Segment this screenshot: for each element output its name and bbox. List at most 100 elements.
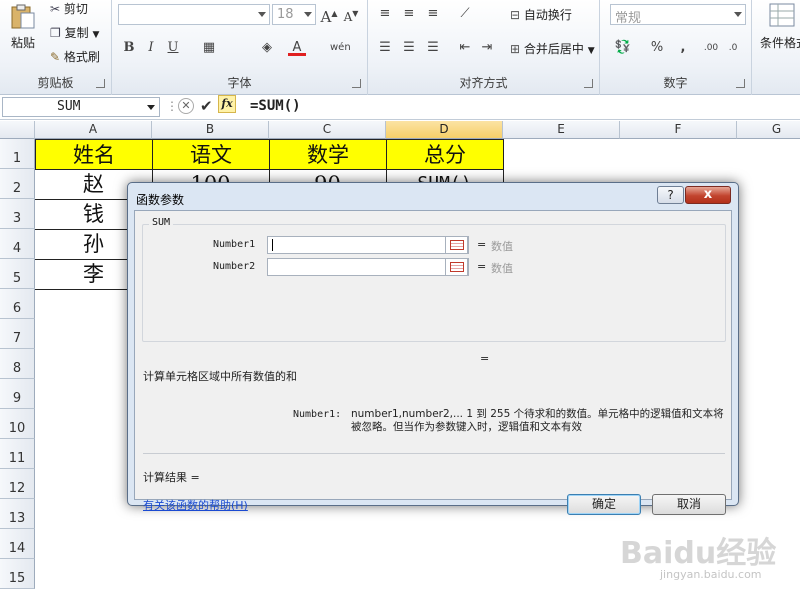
argument-description-label: Number1: xyxy=(293,409,342,420)
conditional-format-button[interactable]: 条件格式 xyxy=(758,2,800,50)
paste-button[interactable]: 粘贴 xyxy=(6,2,40,62)
decrease-decimal-button[interactable]: .0 xyxy=(724,40,742,56)
alignment-group-label: 对齐方式 xyxy=(459,76,508,90)
number1-equals: = xyxy=(477,238,487,251)
align-center-icon[interactable]: ☰ xyxy=(400,40,418,56)
insert-function-button[interactable]: fx xyxy=(218,95,236,113)
formula-options-icon: ⋮ xyxy=(166,99,178,113)
number-group-label: 数字 xyxy=(663,76,688,90)
increase-indent-icon[interactable]: ⇥ xyxy=(478,40,496,56)
grow-font-button[interactable]: A▲ xyxy=(320,6,338,25)
merge-center-label: 合并后居中 xyxy=(523,42,584,56)
italic-button[interactable]: I xyxy=(142,40,160,56)
cut-button[interactable]: ✂ 剪切 xyxy=(50,0,88,17)
column-header-e[interactable]: E xyxy=(503,121,620,139)
cancel-button[interactable]: 取消 xyxy=(652,494,726,515)
cell-b1[interactable]: 语文 xyxy=(152,139,270,170)
row-header-8[interactable]: 8 xyxy=(0,349,35,379)
shrink-font-button[interactable]: A▼ xyxy=(342,6,360,24)
cell-a1[interactable]: 姓名 xyxy=(35,139,153,170)
ribbon: 粘贴 ✂ 剪切 ❐ 复制 ▼ ✎ 格式刷 剪贴板 18 A▲ A▼ B I U … xyxy=(0,0,800,95)
font-color-icon[interactable]: A xyxy=(288,40,306,56)
alignment-launcher-icon[interactable] xyxy=(584,79,593,88)
copy-button[interactable]: ❐ 复制 ▼ xyxy=(50,24,99,41)
align-bottom-icon[interactable]: ≡ xyxy=(424,6,442,22)
font-group: 18 A▲ A▼ B I U ▦ ◈ A wén 字体 xyxy=(112,0,368,95)
row-header-9[interactable]: 9 xyxy=(0,379,35,409)
row-header-2[interactable]: 2 xyxy=(0,169,35,199)
align-middle-icon[interactable]: ≡ xyxy=(400,6,418,22)
row-header-4[interactable]: 4 xyxy=(0,229,35,259)
copy-icon: ❐ xyxy=(50,26,61,40)
row-header-13[interactable]: 13 xyxy=(0,499,35,529)
ok-button[interactable]: 确定 xyxy=(567,494,641,515)
align-top-icon[interactable]: ≡ xyxy=(376,6,394,22)
name-box[interactable]: SUM xyxy=(2,97,160,117)
currency-icon[interactable]: 💱 xyxy=(614,40,632,56)
percent-button[interactable]: % xyxy=(648,40,666,56)
orientation-icon[interactable]: ⟋ xyxy=(456,6,474,22)
number1-input[interactable] xyxy=(267,236,469,254)
dialog-close-button[interactable]: x xyxy=(685,186,731,204)
align-left-icon[interactable]: ☰ xyxy=(376,40,394,56)
cell-c1[interactable]: 数学 xyxy=(269,139,387,170)
merge-center-button[interactable]: ⊞ 合并后居中 ▼ xyxy=(510,40,595,57)
phonetic-icon[interactable]: wén xyxy=(330,40,351,56)
decrease-indent-icon[interactable]: ⇤ xyxy=(456,40,474,56)
chevron-down-icon xyxy=(258,12,266,17)
number1-collapse-button[interactable] xyxy=(445,236,468,254)
row-header-1[interactable]: 1 xyxy=(0,139,35,169)
row-header-10[interactable]: 10 xyxy=(0,409,35,439)
border-icon[interactable]: ▦ xyxy=(200,40,218,56)
cancel-entry-icon[interactable]: ✕ xyxy=(178,98,194,114)
number2-hint: 数值 xyxy=(491,262,513,275)
chevron-down-icon: ▼ xyxy=(587,46,595,56)
confirm-entry-icon[interactable]: ✔ xyxy=(200,97,213,115)
comma-button[interactable]: , xyxy=(674,40,692,56)
number-format-select[interactable]: 常规 xyxy=(610,4,746,26)
bold-button[interactable]: B xyxy=(120,40,138,56)
cell-d1[interactable]: 总分 xyxy=(386,139,504,170)
scissors-icon: ✂ xyxy=(50,2,61,16)
column-header-g[interactable]: G xyxy=(737,121,800,139)
font-name-select[interactable] xyxy=(118,4,270,25)
align-right-icon[interactable]: ☰ xyxy=(424,40,442,56)
number-launcher-icon[interactable] xyxy=(736,79,745,88)
column-header-f[interactable]: F xyxy=(620,121,737,139)
increase-decimal-button[interactable]: .00 xyxy=(702,40,720,56)
dialog-help-button[interactable]: ? xyxy=(657,186,684,204)
wrap-text-button[interactable]: ⊟ 自动换行 xyxy=(510,6,572,23)
function-help-link[interactable]: 有关该函数的帮助(H) xyxy=(143,497,248,513)
fill-color-icon[interactable]: ◈ xyxy=(258,40,276,56)
row-header-3[interactable]: 3 xyxy=(0,199,35,229)
row-header-7[interactable]: 7 xyxy=(0,319,35,349)
column-header-a[interactable]: A xyxy=(35,121,152,139)
select-all-corner[interactable] xyxy=(0,121,35,139)
range-select-icon xyxy=(450,240,464,250)
cut-label: 剪切 xyxy=(63,2,88,16)
column-header-b[interactable]: B xyxy=(152,121,269,139)
chevron-down-icon xyxy=(734,12,742,17)
clipboard-launcher-icon[interactable] xyxy=(96,79,105,88)
row-header-12[interactable]: 12 xyxy=(0,469,35,499)
conditional-format-icon xyxy=(769,3,795,27)
brush-icon: ✎ xyxy=(50,50,61,64)
number2-collapse-button[interactable] xyxy=(445,258,468,276)
row-header-14[interactable]: 14 xyxy=(0,529,35,559)
function-name: SUM xyxy=(149,217,174,228)
format-painter-button[interactable]: ✎ 格式刷 xyxy=(50,48,100,65)
font-launcher-icon[interactable] xyxy=(352,79,361,88)
font-size-select[interactable]: 18 xyxy=(272,4,316,25)
column-header-d[interactable]: D xyxy=(386,121,503,139)
row-header-6[interactable]: 6 xyxy=(0,289,35,319)
formula-result-equals: = xyxy=(480,352,490,365)
alignment-group: ≡ ≡ ≡ ⟋ ⊟ 自动换行 ☰ ☰ ☰ ⇤ ⇥ ⊞ 合并后居中 ▼ 对齐方式 xyxy=(368,0,600,95)
row-header-11[interactable]: 11 xyxy=(0,439,35,469)
row-header-15[interactable]: 15 xyxy=(0,559,35,589)
underline-button[interactable]: U xyxy=(164,40,182,56)
chevron-down-icon xyxy=(147,105,155,110)
number2-input[interactable] xyxy=(267,258,469,276)
formula-input[interactable]: =SUM() xyxy=(250,98,301,114)
row-header-5[interactable]: 5 xyxy=(0,259,35,289)
column-header-c[interactable]: C xyxy=(269,121,386,139)
